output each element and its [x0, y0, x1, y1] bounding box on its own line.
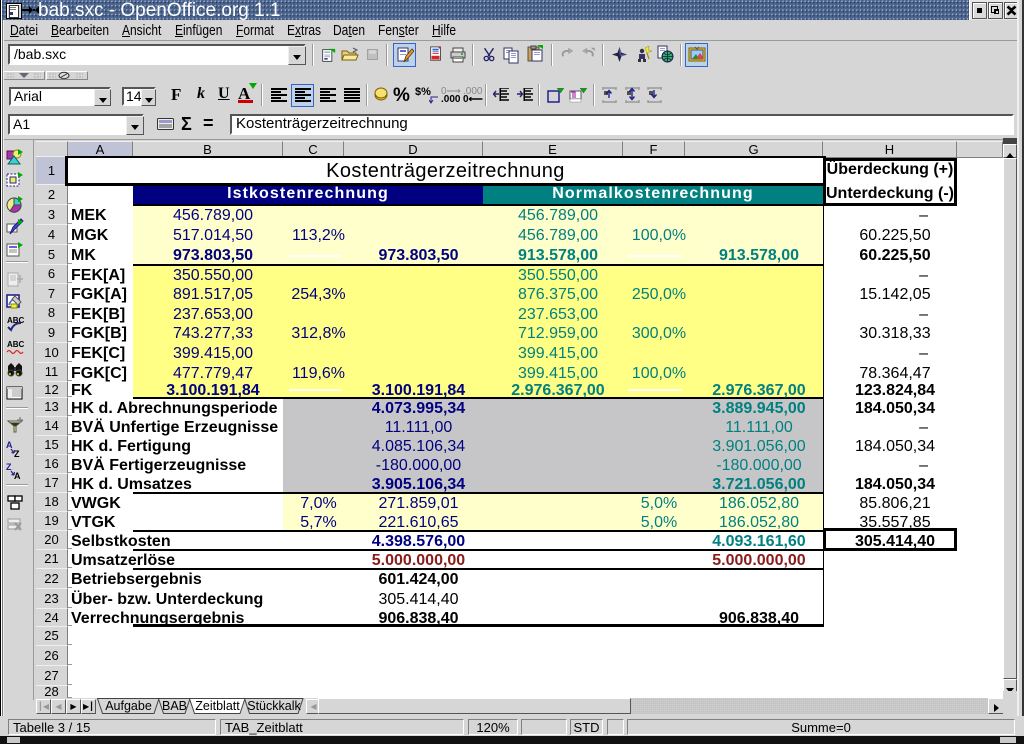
svg-text:A: A [14, 471, 21, 480]
svg-text:ABC: ABC [7, 340, 24, 349]
svg-text:BAB: BAB [162, 699, 187, 713]
svg-text:Zeitblatt: Zeitblatt [195, 699, 240, 713]
svg-text:Aufgabe: Aufgabe [105, 699, 152, 713]
svg-text:Z: Z [6, 462, 12, 472]
svg-text:Stückkalk: Stückkalk [247, 699, 301, 713]
svg-text:A: A [6, 440, 13, 450]
